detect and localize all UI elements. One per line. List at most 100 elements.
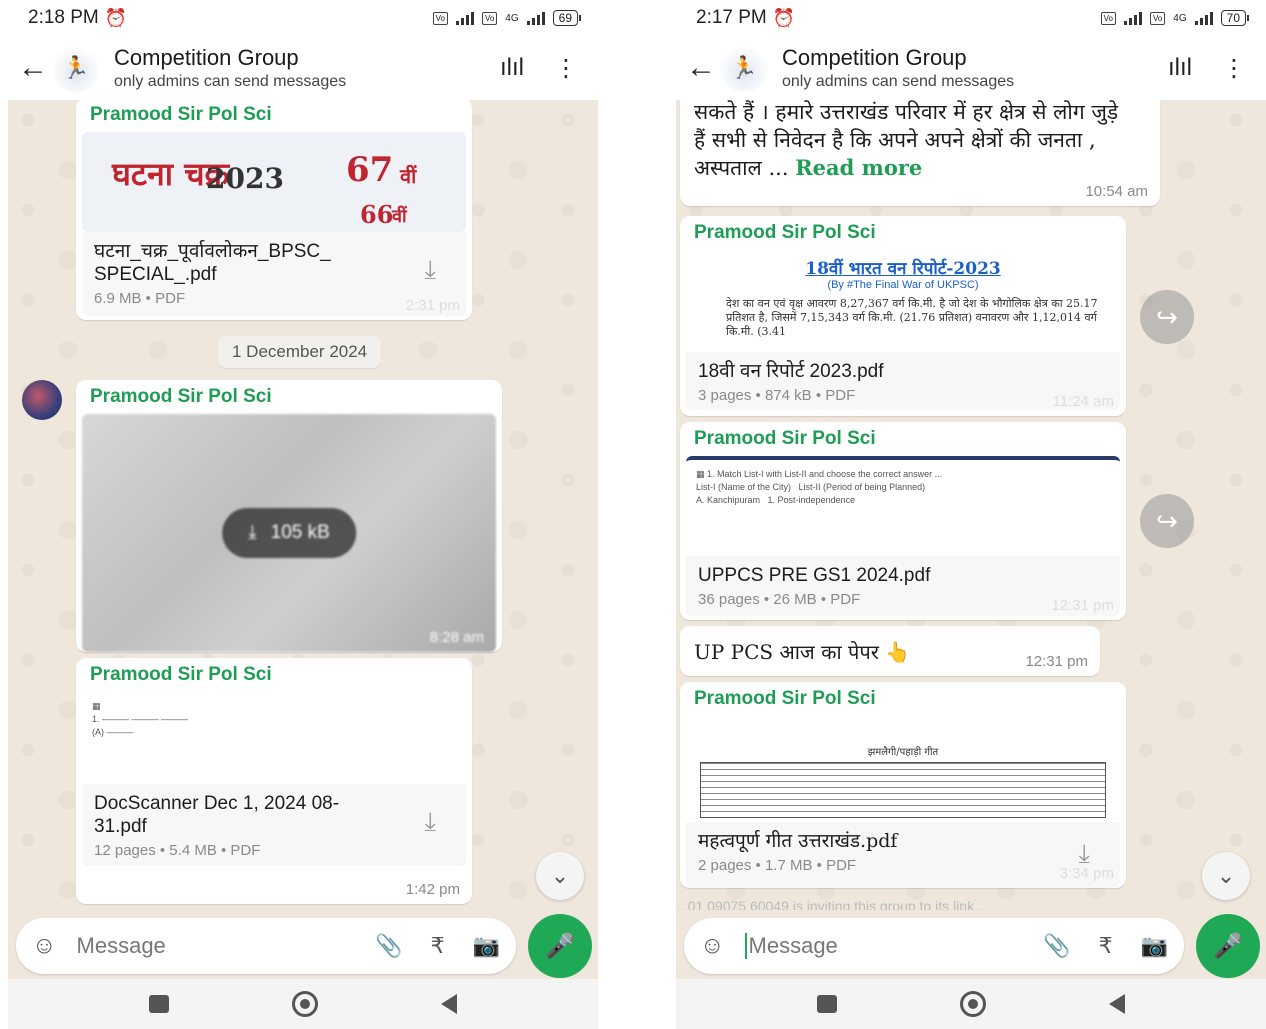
thumb-number: 67 bbox=[346, 150, 394, 190]
message-composer[interactable]: ☺ Message 📎 ₹ 📷 bbox=[684, 918, 1184, 974]
camera-icon[interactable]: 📷 bbox=[1141, 933, 1168, 959]
pdf-thumbnail[interactable]: घटना चक्र 2023 67 वीं 66 वीं bbox=[82, 132, 466, 232]
file-info: महत्वपूर्ण गीत उत्तराखंड.pdf 2 pages • 1… bbox=[686, 822, 1120, 888]
file-message[interactable]: Pramood Sir Pol Sci झमलैगी/पहाड़ी गीत मह… bbox=[680, 682, 1126, 888]
doc-heading: झमलैगी/पहाड़ी गीत bbox=[867, 747, 939, 758]
mic-button[interactable]: 🎤 bbox=[1196, 914, 1260, 978]
image-message[interactable]: Pramood Sir Pol Sci ⤓ 105 kB 8:28 am bbox=[76, 380, 502, 652]
status-time: 2:18 PM bbox=[28, 7, 99, 28]
message-time: 12:31 pm bbox=[1051, 597, 1114, 614]
nav-back-icon[interactable] bbox=[1108, 994, 1125, 1014]
chat-subtitle: only admins can send messages bbox=[782, 73, 1015, 90]
right-phone-screen: 2:17 PM ⏰ Vo Vo 4G 70 ← 🏃 Competition Gr… bbox=[676, 0, 1266, 1029]
message-time: 3:34 pm bbox=[1059, 865, 1114, 882]
recent-apps-icon[interactable] bbox=[817, 995, 838, 1013]
doc-body: देश का वन एवं वृक्ष आवरण 8,27,367 वर्ग क… bbox=[726, 297, 1098, 338]
doc-link: 18वीं भारत वन रिपोर्ट-2023 bbox=[805, 259, 1001, 279]
thumb-suffix: वीं bbox=[400, 164, 417, 188]
file-name: महत्वपूर्ण गीत उत्तराखंड.pdf bbox=[698, 830, 898, 852]
message-time: 1:42 pm bbox=[405, 881, 460, 898]
download-image-button[interactable]: ⤓ 105 kB bbox=[222, 508, 356, 558]
chat-area[interactable]: Pramood Sir Pol Sci घटना चक्र 2023 67 वी… bbox=[8, 100, 598, 947]
message-time: 11:24 am bbox=[1052, 393, 1114, 410]
pdf-thumbnail[interactable]: ▦ 1. ——— ——— ——— (A) ——— bbox=[82, 692, 466, 784]
thumb-number-2: 66 bbox=[360, 200, 394, 229]
pdf-thumbnail[interactable]: 18वीं भारत वन रिपोर्ट-2023 (By #The Fina… bbox=[686, 250, 1120, 352]
read-more-link[interactable]: Read more bbox=[795, 155, 922, 180]
composer-bar: ☺ Message 📎 ₹ 📷 🎤 bbox=[676, 910, 1266, 982]
status-icons: Vo Vo 4G 69 bbox=[432, 10, 582, 26]
more-options-icon[interactable]: ⋮ bbox=[1222, 54, 1246, 83]
attach-icon[interactable]: 📎 bbox=[1043, 933, 1070, 959]
left-phone-screen: 2:18 PM ⏰ Vo Vo 4G 69 ← 🏃 Competition Gr… bbox=[8, 0, 598, 1029]
chat-title: Competition Group bbox=[782, 45, 967, 70]
forward-icon[interactable]: ↪ bbox=[1140, 494, 1194, 548]
volte-icon: Vo bbox=[1100, 11, 1116, 25]
message-input[interactable]: Message bbox=[744, 933, 1016, 959]
recent-apps-icon[interactable] bbox=[149, 995, 170, 1013]
thumb-suffix-2: वीं bbox=[392, 206, 407, 227]
group-avatar[interactable]: 🏃 bbox=[720, 44, 768, 92]
file-message[interactable]: Pramood Sir Pol Sci ▦ 1. Match List-I wi… bbox=[680, 422, 1126, 620]
rupee-icon[interactable]: ₹ bbox=[1099, 933, 1113, 959]
sender-avatar[interactable] bbox=[22, 380, 62, 420]
scroll-down-icon[interactable]: ⌄ bbox=[536, 852, 584, 900]
home-icon[interactable] bbox=[291, 991, 318, 1017]
doc-heading: 18वीं भारत वन रिपोर्ट-2023 bbox=[706, 256, 1100, 279]
file-message[interactable]: Pramood Sir Pol Sci 18वीं भारत वन रिपोर्… bbox=[680, 216, 1126, 416]
file-name: UPPCS PRE GS1 2024.pdf bbox=[698, 565, 931, 586]
file-message[interactable]: Pramood Sir Pol Sci घटना चक्र 2023 67 वी… bbox=[76, 100, 472, 320]
file-name: घटना_चक्र_पूर्वावलोकन_BPSC_ SPECIAL_.pdf bbox=[94, 241, 331, 285]
forward-icon[interactable]: ↪ bbox=[1140, 290, 1194, 344]
more-options-icon[interactable]: ⋮ bbox=[554, 54, 578, 83]
voice-call-icon[interactable]: ılıl bbox=[500, 54, 524, 82]
mic-icon: 🎤 bbox=[545, 932, 575, 960]
scroll-down-icon[interactable]: ⌄ bbox=[1202, 852, 1250, 900]
battery-icon: 69 bbox=[552, 10, 582, 26]
message-text: सकते हैं । हमारे उत्तराखंड परिवार में हर… bbox=[680, 100, 1140, 186]
image-size: 105 kB bbox=[270, 522, 330, 543]
message-composer[interactable]: ☺ Message 📎 ₹ 📷 bbox=[16, 918, 516, 974]
camera-icon[interactable]: 📷 bbox=[473, 933, 500, 959]
rupee-icon[interactable]: ₹ bbox=[431, 933, 445, 959]
emoji-icon[interactable]: ☺ bbox=[700, 932, 725, 960]
date-divider: 1 December 2024 bbox=[218, 336, 382, 368]
system-nav-bar bbox=[676, 979, 1266, 1029]
chat-subtitle: only admins can send messages bbox=[114, 73, 347, 90]
message-time: 2:31 pm bbox=[405, 297, 460, 314]
signal-icon bbox=[526, 11, 545, 25]
signal-icon bbox=[1123, 11, 1142, 25]
nav-back-icon[interactable] bbox=[440, 994, 457, 1014]
network-type: 4G bbox=[505, 12, 519, 24]
chat-title-box[interactable]: Competition Group only admins can send m… bbox=[114, 45, 464, 91]
sender-name: Pramood Sir Pol Sci bbox=[694, 428, 876, 449]
blurred-image[interactable]: ⤓ 105 kB 8:28 am bbox=[82, 414, 496, 652]
composer-bar: ☺ Message 📎 ₹ 📷 🎤 bbox=[8, 910, 598, 982]
group-avatar[interactable]: 🏃 bbox=[52, 44, 100, 92]
attach-icon[interactable]: 📎 bbox=[375, 933, 402, 959]
chat-area[interactable]: सकते हैं । हमारे उत्तराखंड परिवार में हर… bbox=[676, 100, 1266, 947]
text-message[interactable]: सकते हैं । हमारे उत्तराखंड परिवार में हर… bbox=[680, 100, 1160, 206]
pdf-thumbnail[interactable]: ▦ 1. Match List-I with List-II and choos… bbox=[686, 456, 1120, 556]
chat-title-box[interactable]: Competition Group only admins can send m… bbox=[782, 45, 1132, 91]
mic-button[interactable]: 🎤 bbox=[528, 914, 592, 978]
emoji-icon[interactable]: ☺ bbox=[32, 932, 57, 960]
back-arrow-icon[interactable]: ← bbox=[18, 51, 48, 85]
file-name: DocScanner Dec 1, 2024 08-31.pdf bbox=[94, 793, 340, 837]
back-arrow-icon[interactable]: ← bbox=[686, 51, 716, 85]
message-input[interactable]: Message bbox=[77, 933, 348, 959]
pdf-thumbnail[interactable]: झमलैगी/पहाड़ी गीत bbox=[686, 716, 1120, 822]
document-preview: ▦ 1. ——— ——— ——— (A) ——— bbox=[92, 701, 189, 737]
text-message[interactable]: UP PCS आज का पेपर 👆 12:31 pm bbox=[680, 626, 1100, 676]
download-icon[interactable]: ⤓ bbox=[425, 806, 437, 838]
file-message[interactable]: Pramood Sir Pol Sci ▦ 1. ——— ——— ——— (A) —… bbox=[76, 658, 472, 904]
home-icon[interactable] bbox=[959, 991, 986, 1017]
document-preview: ▦ 1. Match List-I with List-II and choos… bbox=[696, 469, 943, 505]
file-info: DocScanner Dec 1, 2024 08-31.pdf 12 page… bbox=[82, 784, 466, 866]
download-icon[interactable]: ⤓ bbox=[425, 254, 437, 286]
thumb-year: 2023 bbox=[206, 162, 284, 195]
voice-call-icon[interactable]: ılıl bbox=[1168, 54, 1192, 82]
sender-name: Pramood Sir Pol Sci bbox=[90, 664, 272, 685]
file-meta: 2 pages • 1.7 MB • PDF bbox=[698, 857, 857, 874]
file-meta: 6.9 MB • PDF bbox=[94, 290, 186, 307]
